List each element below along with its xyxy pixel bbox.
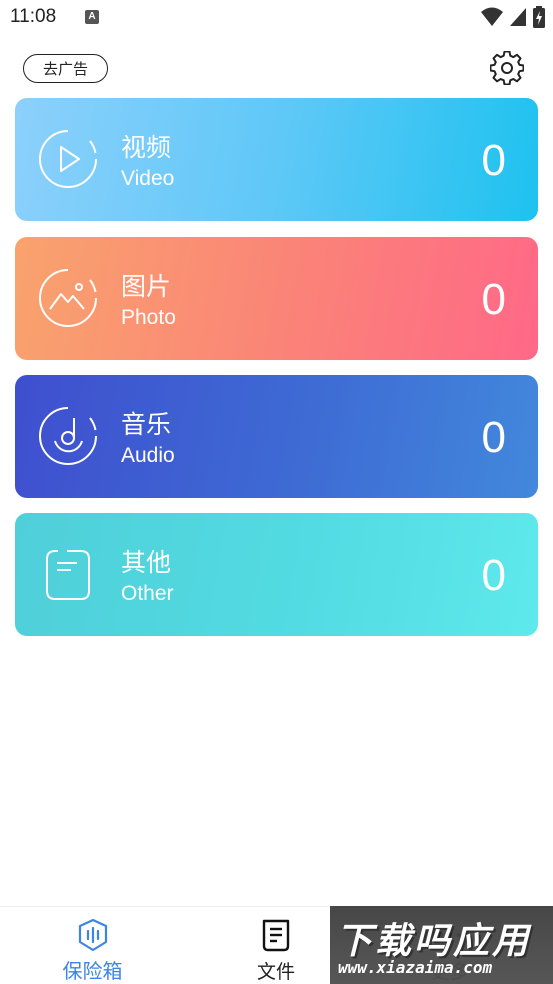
card-title-en: Video [121,167,175,190]
nav-label-vault: 保险箱 [62,959,123,983]
card-title-cn: 图片 [121,272,172,301]
play-icon [39,130,97,188]
category-card-photo[interactable]: 图片 Photo 0 [15,237,538,360]
category-card-audio[interactable]: 音乐 Audio 0 [15,375,538,498]
signal-icon [510,8,526,26]
card-title-cn: 其他 [121,548,172,577]
settings-button[interactable] [489,50,525,86]
mountain-image-icon [39,269,97,327]
card-count: 0 [481,136,506,185]
app-screen: 11:08 A 去广告 视频 Video 0 图片 Photo 0 音乐 Aud… [0,0,553,984]
notification-icon: A [85,10,99,24]
category-card-video[interactable]: 视频 Video 0 [15,98,538,221]
gear-icon [489,50,525,86]
card-count: 0 [481,413,506,462]
card-title-en: Photo [121,306,176,329]
category-card-other[interactable]: 其他 Other 0 [15,513,538,636]
card-title-cn: 视频 [121,133,172,162]
document-icon [46,550,90,600]
status-icons [481,6,545,28]
card-title-en: Other [121,582,174,605]
card-title-en: Audio [121,444,175,467]
card-count: 0 [481,275,506,324]
watermark-url: www.xiazaima.com [338,958,493,977]
nav-item-vault[interactable]: 保险箱 [40,907,145,984]
remove-ads-button[interactable]: 去广告 [23,54,108,83]
watermark: 下载吗应用 www.xiazaima.com [330,906,553,984]
shield-icon [78,918,107,952]
music-disc-icon [39,407,97,465]
battery-icon [533,6,545,28]
card-title-cn: 音乐 [121,410,172,439]
nav-item-files[interactable]: 文件 [226,907,326,984]
nav-label-files: 文件 [256,961,295,983]
status-time: 11:08 [10,6,57,27]
wifi-icon [481,7,503,26]
watermark-text: 下载吗应用 [336,921,532,962]
status-bar: 11:08 A [0,0,553,36]
file-list-icon [262,919,290,952]
card-count: 0 [481,551,506,600]
